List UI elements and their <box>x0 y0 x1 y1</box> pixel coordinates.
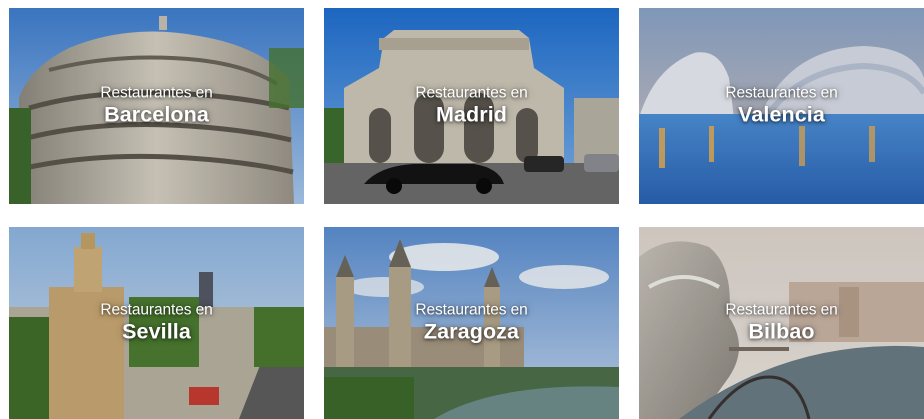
image-overlay <box>9 227 304 419</box>
image-overlay <box>9 8 304 204</box>
card-sevilla[interactable]: Restaurantes en Sevilla <box>9 227 304 419</box>
card-bilbao[interactable]: Restaurantes en Bilbao <box>639 227 924 419</box>
city-grid: Restaurantes en Barcelona Restaurantes e… <box>0 0 924 419</box>
card-barcelona[interactable]: Restaurantes en Barcelona <box>9 8 304 204</box>
image-overlay <box>324 8 619 204</box>
image-overlay <box>324 227 619 419</box>
image-overlay <box>639 227 924 419</box>
image-overlay <box>639 8 924 204</box>
card-madrid[interactable]: Restaurantes en Madrid <box>324 8 619 204</box>
card-zaragoza[interactable]: Restaurantes en Zaragoza <box>324 227 619 419</box>
card-valencia[interactable]: Restaurantes en Valencia <box>639 8 924 204</box>
